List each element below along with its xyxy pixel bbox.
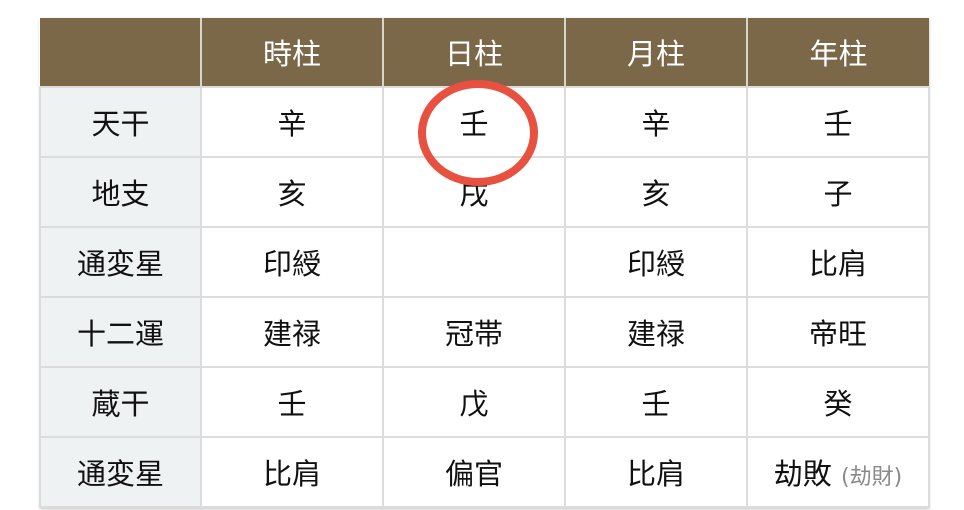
row-label: 天干 xyxy=(39,86,202,158)
meishiki-table: 時柱 日柱 月柱 年柱 天干 辛 壬 辛 壬 地支 亥 戌 亥 子 通変星 印綬… xyxy=(39,18,930,508)
table-cell: 建禄 xyxy=(200,296,384,368)
table-cell: 帝旺 xyxy=(746,296,930,368)
table-row: 天干 辛 壬 辛 壬 xyxy=(39,86,930,158)
row-label: 地支 xyxy=(39,156,202,228)
table-cell: 亥 xyxy=(564,156,748,228)
table-row: 十二運 建禄 冠帯 建禄 帝旺 xyxy=(39,296,930,368)
row-label: 蔵干 xyxy=(39,366,202,438)
table-cell: 印綬 xyxy=(200,226,384,298)
table-cell: 冠帯 xyxy=(382,296,566,368)
table-cell: 印綬 xyxy=(564,226,748,298)
cell-value: 劫敗 xyxy=(773,457,832,491)
header-corner xyxy=(40,18,202,87)
table-cell: 比肩 xyxy=(564,436,748,508)
header-day-pillar: 日柱 xyxy=(383,18,566,87)
table-cell: 劫敗 (劫財) xyxy=(746,436,930,508)
row-label: 十二運 xyxy=(39,296,202,368)
table-cell: 癸 xyxy=(746,366,930,438)
table-row: 通変星 印綬 印綬 比肩 xyxy=(39,226,930,298)
header-month-pillar: 月柱 xyxy=(565,18,748,87)
table-cell xyxy=(382,226,566,298)
table-cell: 戌 xyxy=(382,156,566,228)
table-cell: 比肩 xyxy=(200,436,384,508)
table-cell: 壬 xyxy=(200,366,384,438)
table-cell-highlighted: 壬 xyxy=(382,86,566,158)
table-cell: 偏官 xyxy=(382,436,566,508)
table-cell: 建禄 xyxy=(564,296,748,368)
table-cell: 比肩 xyxy=(746,226,930,298)
cell-note: (劫財) xyxy=(841,465,903,490)
table-cell: 壬 xyxy=(564,366,748,438)
header-hour-pillar: 時柱 xyxy=(201,18,384,87)
table-cell: 戊 xyxy=(382,366,566,438)
table-cell: 辛 xyxy=(200,86,384,158)
header-year-pillar: 年柱 xyxy=(747,18,929,87)
table-row: 地支 亥 戌 亥 子 xyxy=(39,156,930,228)
table-cell: 子 xyxy=(746,156,930,228)
table-cell: 辛 xyxy=(564,86,748,158)
row-label: 通変星 xyxy=(39,226,202,298)
table-cell: 壬 xyxy=(746,86,930,158)
table-cell: 亥 xyxy=(200,156,384,228)
table-row: 通変星 比肩 偏官 比肩 劫敗 (劫財) xyxy=(39,436,930,508)
header-row: 時柱 日柱 月柱 年柱 xyxy=(40,18,929,87)
table-row: 蔵干 壬 戊 壬 癸 xyxy=(39,366,930,438)
row-label: 通変星 xyxy=(39,436,202,508)
